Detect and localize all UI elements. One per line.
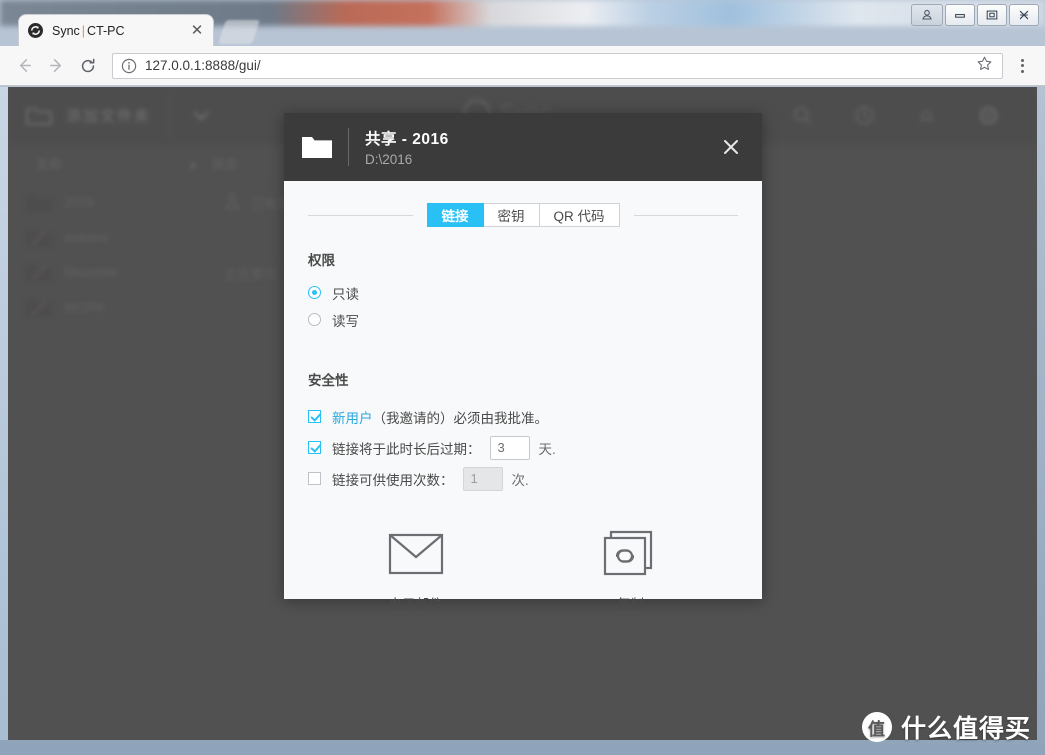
- info-icon[interactable]: [121, 58, 137, 74]
- share-dialog-titles: 共享 - 2016 D:\2016: [365, 127, 718, 167]
- user-account-icon[interactable]: [911, 4, 943, 26]
- forward-arrow-icon[interactable]: [42, 52, 70, 80]
- share-dialog-title: 共享 - 2016: [365, 131, 449, 148]
- divider-right: [633, 214, 739, 216]
- expire-days-input[interactable]: 3: [489, 435, 530, 460]
- browser-tab-strip: Sync | CT-PC ✕: [0, 0, 1045, 46]
- uses-count-input[interactable]: 1: [462, 466, 503, 491]
- security-expire-row: 链接将于此时长后过期： 3 天.: [308, 432, 738, 463]
- close-icon[interactable]: [718, 134, 744, 160]
- watermark-text: 什么值得买: [900, 715, 1031, 743]
- security-uses-row: 链接可供使用次数： 1 次.: [308, 463, 738, 494]
- tab-key[interactable]: 密钥: [483, 203, 540, 227]
- security-approve-row: 新用户 （我邀请的）必须由我批准。: [308, 401, 738, 432]
- share-mode-tabs: 链接 密钥 QR 代码: [308, 181, 739, 227]
- security-options: 新用户 （我邀请的）必须由我批准。 链接将于此时长后过期： 3 天. 链接可供使…: [308, 401, 738, 494]
- watermark: 值 什么值得买: [861, 709, 1031, 745]
- copy-label: 复制: [617, 597, 644, 612]
- new-tab-button[interactable]: [218, 20, 260, 44]
- minimize-icon[interactable]: [945, 4, 975, 26]
- expire-label: 链接将于此时长后过期：: [332, 441, 481, 457]
- security-heading: 安全性: [308, 373, 349, 388]
- menu-dot: [1020, 58, 1024, 62]
- uses-unit: 次.: [511, 472, 529, 488]
- menu-dot: [1020, 69, 1024, 73]
- expire-unit: 天.: [538, 441, 556, 457]
- email-button[interactable]: 电子邮件: [308, 528, 523, 613]
- window-scrollbar[interactable]: [0, 87, 8, 740]
- tab-qr-code[interactable]: QR 代码: [539, 203, 620, 227]
- approve-description: （我邀请的）必须由我批准。: [372, 410, 549, 426]
- uses-label: 链接可供使用次数：: [332, 472, 454, 488]
- divider-left: [308, 214, 413, 216]
- checkbox-approve-new-users[interactable]: [308, 410, 321, 423]
- tab-link[interactable]: 链接: [426, 203, 484, 227]
- radio-read-write[interactable]: 读写: [308, 306, 738, 333]
- address-bar-url: 127.0.0.1:8888/gui/: [145, 58, 261, 73]
- checkbox-link-use-limit[interactable]: [308, 472, 321, 485]
- header-divider: [348, 128, 349, 166]
- radio-read-only[interactable]: 只读: [308, 279, 738, 306]
- back-arrow-icon[interactable]: [10, 52, 38, 80]
- new-users-link[interactable]: 新用户: [332, 407, 373, 427]
- checkbox-link-expires[interactable]: [308, 441, 321, 454]
- menu-dot: [1020, 64, 1024, 67]
- share-dialog: 共享 - 2016 D:\2016 链接 密钥 QR 代码 权限 只读 读写 安…: [284, 113, 762, 612]
- share-actions: 电子邮件 复制: [308, 528, 738, 613]
- sync-icon: [27, 22, 44, 39]
- star-icon[interactable]: [976, 55, 994, 77]
- watermark-badge: 值: [861, 712, 892, 742]
- browser-tab-title: Sync | CT-PC: [52, 24, 189, 38]
- tab-host-name: CT-PC: [87, 23, 125, 38]
- three-dot-menu-icon[interactable]: [1009, 52, 1035, 80]
- browser-tab[interactable]: Sync | CT-PC ✕: [18, 14, 214, 46]
- envelope-icon: [388, 528, 444, 580]
- window-controls: [909, 2, 1039, 28]
- permissions-heading: 权限: [308, 253, 335, 268]
- tab-separator: |: [81, 23, 86, 38]
- copy-button[interactable]: 复制: [523, 528, 738, 613]
- folder-icon: [302, 135, 332, 159]
- radio-indicator: [308, 286, 321, 299]
- browser-toolbar: 127.0.0.1:8888/gui/: [0, 46, 1045, 86]
- close-icon[interactable]: [1009, 4, 1039, 26]
- share-dialog-header: 共享 - 2016 D:\2016: [284, 113, 762, 181]
- reload-icon[interactable]: [74, 52, 102, 80]
- permissions-options: 只读 读写: [308, 279, 738, 333]
- tab-close-icon[interactable]: ✕: [189, 22, 205, 39]
- tab-group: 链接 密钥 QR 代码: [426, 203, 620, 227]
- radio-read-only-label: 只读: [332, 286, 359, 302]
- address-bar[interactable]: 127.0.0.1:8888/gui/: [112, 52, 1003, 79]
- radio-read-write-label: 读写: [332, 313, 359, 329]
- maximize-icon[interactable]: [977, 4, 1007, 26]
- email-label: 电子邮件: [388, 597, 443, 612]
- browser-window: Sync | CT-PC ✕ 127.0.0.1:8888/gui/ 共享 - …: [0, 0, 1045, 755]
- radio-indicator: [308, 313, 321, 326]
- copy-link-icon: [603, 528, 659, 580]
- share-dialog-body: 链接 密钥 QR 代码 权限 只读 读写 安全性 新用户 （我邀请的）必须由我批…: [284, 181, 762, 612]
- share-dialog-path: D:\2016: [365, 152, 413, 167]
- tab-app-name: Sync: [52, 23, 80, 38]
